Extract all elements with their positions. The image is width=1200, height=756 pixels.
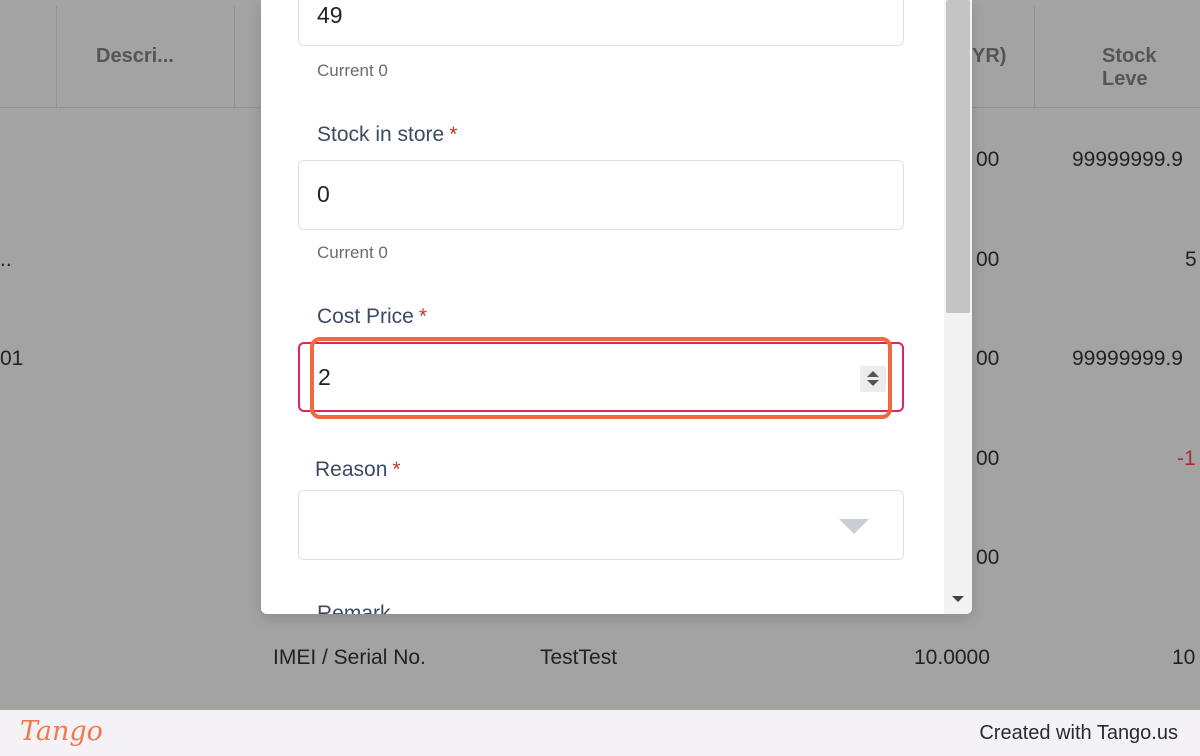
quantity-value: 49: [317, 2, 343, 28]
stock-in-store-input[interactable]: 0: [298, 160, 904, 230]
remark-label: Remark: [317, 602, 391, 614]
row-price: 00: [976, 347, 1000, 370]
header-description[interactable]: Descri...: [96, 45, 174, 68]
footer-credit[interactable]: Created with Tango.us: [979, 722, 1178, 745]
row-type: IMEI / Serial No.: [273, 646, 426, 669]
stock-in-store-value: 0: [317, 181, 330, 207]
row-stock: 5: [1185, 248, 1197, 271]
quantity-field[interactable]: 49: [298, 0, 904, 46]
required-marker: *: [418, 305, 428, 328]
scrollbar-thumb[interactable]: [946, 0, 970, 313]
reason-label: Reason *: [315, 458, 401, 482]
row-price: 00: [976, 447, 1000, 470]
row-price: 00: [976, 148, 1000, 171]
row-price: 10.0000: [914, 646, 990, 669]
row-stock: 10: [1172, 646, 1196, 669]
row-left-fragment: 01: [0, 347, 24, 370]
modal-scrollbar[interactable]: [944, 0, 972, 614]
required-marker: *: [449, 123, 458, 146]
chevron-down-icon[interactable]: [839, 519, 869, 534]
header-stock-level[interactable]: Stock Leve: [1102, 45, 1200, 91]
stock-current-hint: Current 0: [317, 243, 388, 262]
tango-footer: Tango Created with Tango.us: [0, 710, 1200, 756]
stock-in-store-label: Stock in store *: [317, 123, 457, 147]
quantity-current-hint: Current 0: [317, 61, 388, 80]
row-price: 00: [976, 546, 1000, 569]
row-left-fragment: ..: [0, 248, 12, 271]
scroll-down-arrow-icon[interactable]: [952, 596, 964, 602]
stock-adjust-modal: 49 Current 0 Stock in store * 0 Current 0…: [261, 0, 972, 614]
column-divider: [1034, 6, 1035, 108]
click-highlight: [310, 337, 892, 419]
cost-price-label: Cost Price *: [317, 305, 427, 329]
reason-select[interactable]: [298, 490, 904, 560]
required-marker: *: [392, 458, 401, 481]
row-stock-negative: -1: [1177, 447, 1196, 470]
stock-in-store-label-text: Stock in store: [317, 123, 445, 146]
row-price: 00: [976, 248, 1000, 271]
row-stock: 99999999.9: [1072, 148, 1183, 171]
reason-label-text: Reason: [315, 458, 388, 481]
tango-logo: Tango: [20, 716, 103, 747]
row-stock: 99999999.9: [1072, 347, 1183, 370]
row-name: TestTest: [540, 646, 618, 669]
column-divider: [56, 6, 57, 108]
cost-price-label-text: Cost Price: [317, 305, 414, 328]
column-divider: [234, 6, 235, 108]
header-price[interactable]: YR): [972, 45, 1006, 68]
